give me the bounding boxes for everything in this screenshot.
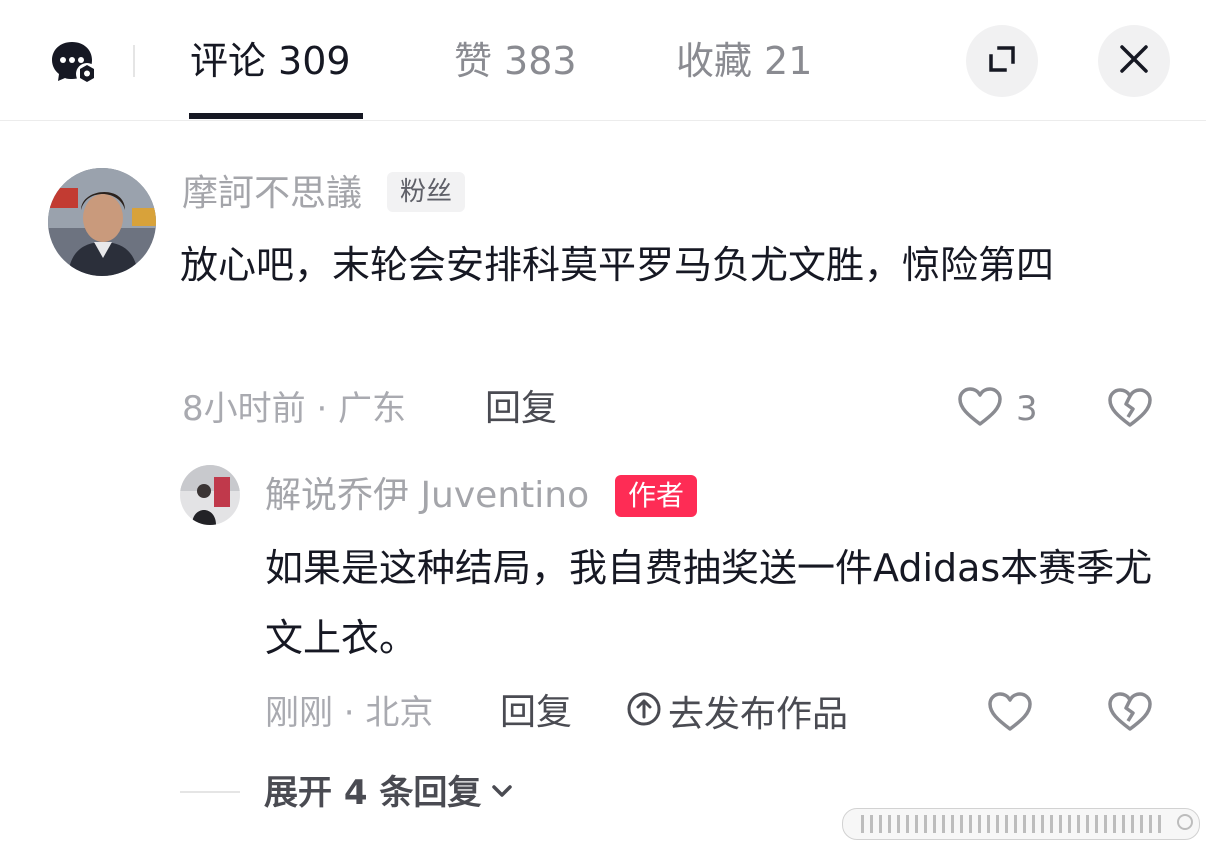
- heart-icon: [956, 383, 1004, 435]
- tab-comments-count: 309: [278, 39, 351, 83]
- author-badge: 作者: [615, 475, 698, 517]
- comment-panel-header: 评论 309 赞 383 收藏 21: [0, 0, 1206, 121]
- broken-heart-icon[interactable]: [1106, 688, 1154, 740]
- tab-favorites-count: 21: [764, 39, 813, 83]
- comment-text: 放心吧，末轮会安排科莫平罗马负尤文胜，惊险第四: [180, 243, 1055, 287]
- header-divider: [133, 45, 135, 77]
- tab-comments[interactable]: 评论 309: [190, 36, 351, 86]
- chat-settings-icon[interactable]: [50, 38, 100, 88]
- publish-work-button[interactable]: 去发布作品: [626, 691, 848, 738]
- tab-comments-label: 评论: [190, 39, 267, 83]
- watermark: [842, 808, 1200, 840]
- tab-likes[interactable]: 赞 383: [454, 36, 577, 86]
- tab-likes-label: 赞: [454, 39, 493, 83]
- watermark-bars: [861, 815, 1165, 833]
- heart-icon[interactable]: [986, 688, 1034, 740]
- comment-username[interactable]: 摩訶不思議: [182, 170, 362, 218]
- broken-heart-icon[interactable]: [1106, 384, 1154, 436]
- expand-button[interactable]: [966, 25, 1038, 97]
- reply-username[interactable]: 解说乔伊 Juventino: [265, 472, 589, 520]
- tab-favorites[interactable]: 收藏 21: [676, 36, 812, 86]
- like-button[interactable]: 3: [956, 383, 1038, 435]
- reply-meta: 刚刚 · 北京: [265, 693, 434, 733]
- reply-button[interactable]: 回复: [485, 387, 557, 431]
- active-tab-indicator: [189, 113, 363, 119]
- comment-meta: 8小时前 · 广东: [182, 389, 407, 429]
- reply-text: 如果是这种结局，我自费抽奖送一件Adidas本赛季尤文上衣。: [265, 546, 1153, 660]
- tab-favorites-label: 收藏: [676, 39, 753, 83]
- fan-badge: 粉丝: [387, 172, 466, 212]
- tab-likes-count: 383: [504, 39, 577, 83]
- like-count: 3: [1016, 389, 1038, 429]
- expand-divider: [180, 791, 240, 793]
- watermark-dot: [1177, 814, 1193, 830]
- chevron-down-icon: [481, 771, 515, 815]
- expand-replies-label: 展开 4 条回复: [264, 773, 482, 813]
- avatar[interactable]: [48, 168, 156, 276]
- upload-circle-icon: [626, 691, 668, 738]
- expand-icon: [985, 42, 1019, 80]
- reply-avatar[interactable]: [180, 465, 240, 525]
- close-button[interactable]: [1098, 25, 1170, 97]
- expand-replies-button[interactable]: 展开 4 条回复: [264, 771, 515, 815]
- publish-work-label: 去发布作品: [668, 693, 849, 735]
- close-icon: [1118, 43, 1150, 79]
- reply-reply-button[interactable]: 回复: [500, 691, 572, 735]
